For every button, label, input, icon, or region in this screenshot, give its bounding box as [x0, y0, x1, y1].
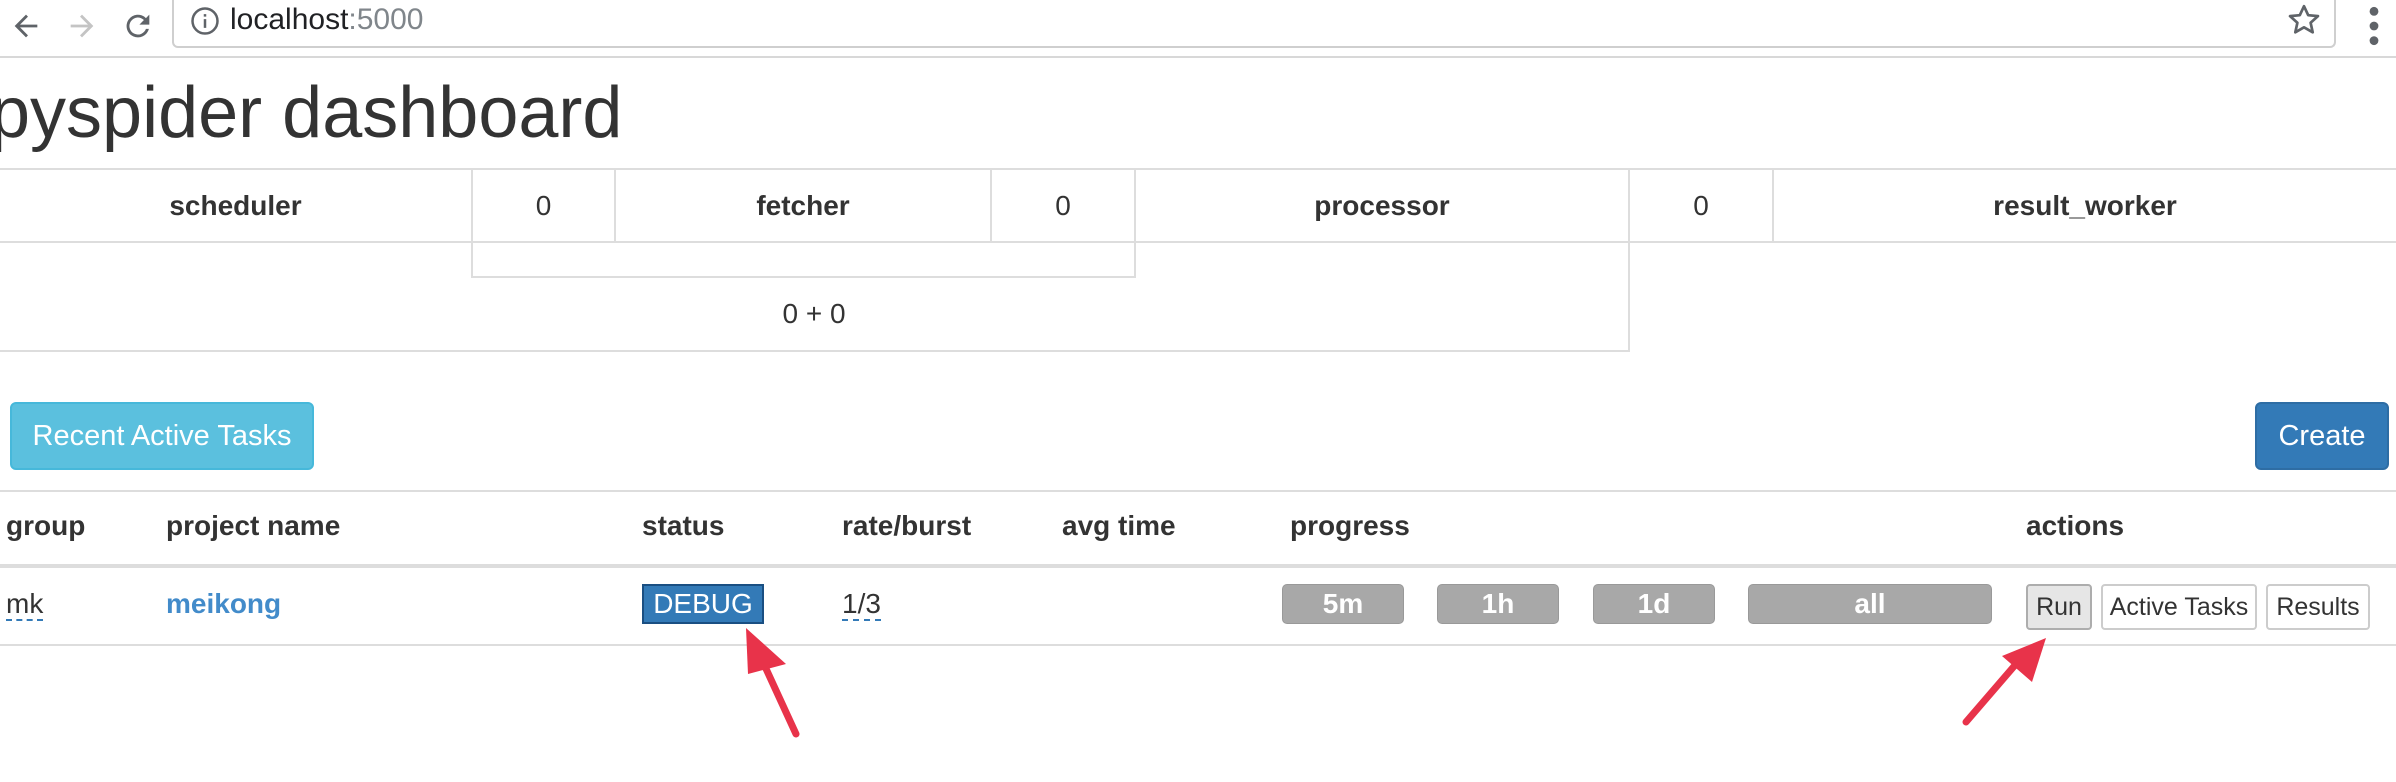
project-rate-burst-text[interactable]: 1/3 [842, 588, 881, 621]
url-text: localhost:5000 [230, 2, 423, 38]
header-rate-burst: rate/burst [842, 510, 972, 541]
address-bar[interactable]: localhost:5000 [172, 0, 2336, 48]
project-rate-burst[interactable]: 1/3 [842, 588, 881, 621]
processor2result-count[interactable]: 0 [1630, 170, 1772, 241]
reload-icon [126, 14, 150, 38]
url-port: :5000 [348, 3, 424, 36]
queue-table-bottom [0, 350, 1630, 352]
progress-5m[interactable]: 5m [1282, 584, 1404, 624]
run-annotation-arrow [1962, 638, 2046, 726]
page-title: pyspider dashboard [0, 73, 623, 153]
result-worker-label: result_worker [1993, 189, 2177, 221]
reload-button[interactable] [116, 4, 160, 48]
progress-1h[interactable]: 1h [1437, 584, 1559, 624]
fetcher2processor-count[interactable]: 0 [992, 170, 1134, 241]
create-project-button[interactable]: Create [2255, 402, 2389, 470]
header-status: status [642, 510, 725, 541]
forward-arrow-icon [70, 14, 94, 38]
header-avg-time: avg time [1062, 510, 1176, 541]
active-tasks-button[interactable]: Active Tasks [2101, 584, 2257, 630]
header-group: group [6, 510, 86, 541]
results-button[interactable]: Results [2266, 584, 2370, 630]
projects-table-row-border [0, 644, 2396, 646]
info-icon[interactable] [190, 6, 220, 36]
header-project-name: project name [166, 510, 341, 541]
project-name-link[interactable]: meikong [166, 588, 281, 619]
project-group[interactable]: mk [6, 588, 44, 621]
url-host: localhost [230, 3, 349, 36]
project-group-text[interactable]: mk [6, 588, 44, 621]
header-progress: progress [1290, 510, 1410, 541]
queue-status-table: scheduler 0 fetcher 0 processor 0 result… [0, 168, 2396, 352]
fetcher-detail-count: 0 + 0 [782, 298, 846, 329]
browser-toolbar: localhost:5000 [0, 0, 2396, 58]
scheduler2fetcher-count[interactable]: 0 [473, 170, 614, 241]
projects-table-header-border [0, 564, 2396, 568]
scheduler-label: scheduler [169, 189, 302, 221]
progress-1d[interactable]: 1d [1593, 584, 1715, 624]
queue-table-divider [0, 241, 2396, 243]
project-name[interactable]: meikong [166, 588, 281, 620]
kebab-menu-icon[interactable] [2362, 4, 2386, 48]
back-button[interactable] [4, 4, 48, 48]
header-actions: actions [2026, 510, 2125, 541]
bookmark-star-icon[interactable] [2286, 2, 2322, 38]
processor-label: processor [1314, 189, 1450, 221]
projects-table-top-border [0, 490, 2396, 492]
back-arrow-icon [14, 14, 38, 38]
fetcher-label: fetcher [756, 189, 850, 221]
run-button[interactable]: Run [2026, 584, 2092, 630]
progress-all[interactable]: all [1748, 584, 1992, 624]
recent-active-tasks-button[interactable]: Recent Active Tasks [10, 402, 314, 470]
project-status-badge[interactable]: DEBUG [642, 584, 764, 624]
forward-button[interactable] [60, 4, 104, 48]
